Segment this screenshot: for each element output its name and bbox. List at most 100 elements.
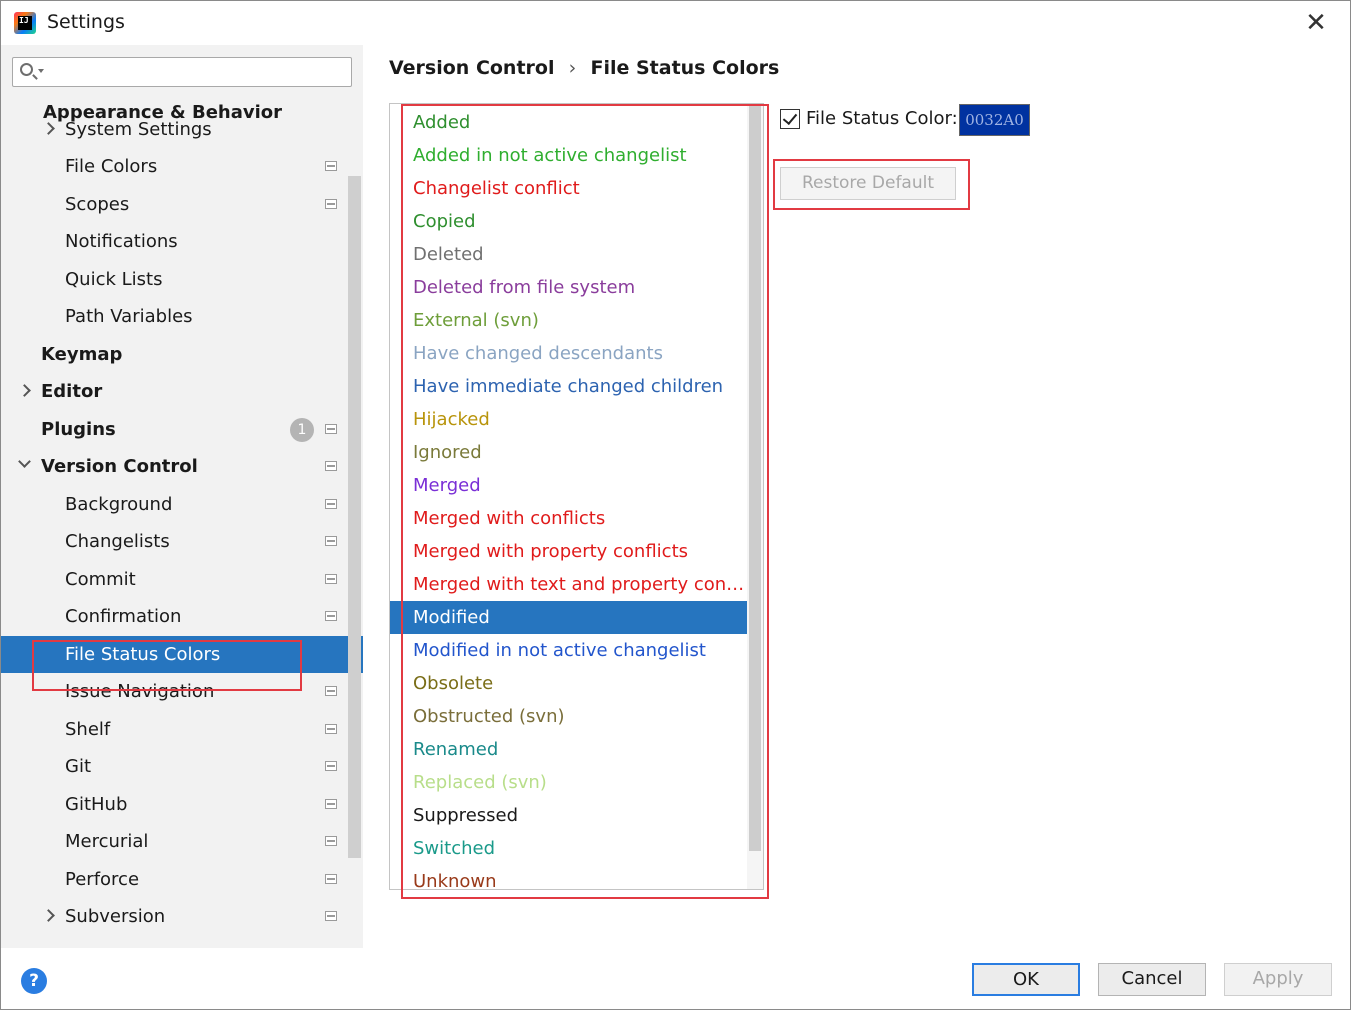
sidebar-item-notifications[interactable]: Notifications bbox=[1, 223, 363, 260]
status-item-obstructed-svn[interactable]: Obstructed (svn) bbox=[390, 700, 747, 733]
file-status-color-checkbox[interactable] bbox=[780, 109, 800, 129]
sidebar-item-label: Plugins bbox=[41, 419, 116, 440]
sidebar-item-subversion[interactable]: Subversion bbox=[1, 898, 363, 935]
sidebar-item-label: Keymap bbox=[41, 344, 123, 365]
update-count-badge: 1 bbox=[290, 418, 314, 442]
settings-sidebar: Appearance & Behavior System Settings File… bbox=[1, 45, 363, 948]
sidebar-item-path-variables[interactable]: Path Variables bbox=[1, 298, 363, 335]
sidebar-item-label: System Settings bbox=[65, 119, 212, 140]
status-item-switched[interactable]: Switched bbox=[390, 832, 747, 865]
project-level-icon bbox=[325, 761, 337, 771]
search-input[interactable] bbox=[47, 60, 346, 86]
sidebar-item-keymap[interactable]: Keymap bbox=[1, 336, 363, 373]
sidebar-item-label: Editor bbox=[41, 381, 103, 402]
apply-button[interactable]: Apply bbox=[1224, 963, 1332, 996]
search-field[interactable] bbox=[12, 57, 352, 87]
status-item-unknown[interactable]: Unknown bbox=[390, 865, 747, 889]
list-scrollbar-thumb[interactable] bbox=[749, 106, 761, 851]
sidebar-item-label: Changelists bbox=[65, 531, 170, 552]
status-item-ignored[interactable]: Ignored bbox=[390, 436, 747, 469]
sidebar-item-system-settings[interactable]: System Settings bbox=[1, 111, 363, 148]
sidebar-item-editor[interactable]: Editor bbox=[1, 373, 363, 410]
project-level-icon bbox=[325, 461, 337, 471]
project-level-icon bbox=[325, 611, 337, 621]
status-item-suppressed[interactable]: Suppressed bbox=[390, 799, 747, 832]
sidebar-item-file-colors[interactable]: File Colors bbox=[1, 148, 363, 185]
sidebar-item-label: Subversion bbox=[65, 906, 166, 927]
sidebar-item-file-status-colors[interactable]: File Status Colors bbox=[1, 636, 363, 673]
sidebar-item-confirmation[interactable]: Confirmation bbox=[1, 598, 363, 635]
cancel-button[interactable]: Cancel bbox=[1098, 963, 1206, 996]
sidebar-item-label: Git bbox=[65, 756, 92, 777]
project-level-icon bbox=[325, 536, 337, 546]
project-level-icon bbox=[325, 874, 337, 884]
status-item-changelist-conflict[interactable]: Changelist conflict bbox=[390, 172, 747, 205]
sidebar-item-label: Path Variables bbox=[65, 306, 193, 327]
status-item-copied[interactable]: Copied bbox=[390, 205, 747, 238]
sidebar-item-label: Mercurial bbox=[65, 831, 149, 852]
sidebar-item-github[interactable]: GitHub bbox=[1, 786, 363, 823]
status-item-renamed[interactable]: Renamed bbox=[390, 733, 747, 766]
chevron-down-icon[interactable] bbox=[18, 455, 31, 468]
sidebar-item-label: Confirmation bbox=[65, 606, 182, 627]
chevron-right-icon[interactable] bbox=[42, 909, 55, 922]
sidebar-item-shelf[interactable]: Shelf bbox=[1, 711, 363, 748]
sidebar-item-label: Scopes bbox=[65, 194, 130, 215]
settings-dialog: IJ Settings ✕ Appearance & Behavior Syste… bbox=[0, 0, 1351, 1010]
project-level-icon bbox=[325, 161, 337, 171]
status-item-have-changed-descendants[interactable]: Have changed descendants bbox=[390, 337, 747, 370]
search-icon bbox=[20, 63, 33, 76]
restore-default-button[interactable]: Restore Default bbox=[780, 167, 956, 200]
title-bar: IJ Settings ✕ bbox=[1, 1, 1350, 45]
status-item-hijacked[interactable]: Hijacked bbox=[390, 403, 747, 436]
ok-button[interactable]: OK bbox=[972, 963, 1080, 996]
status-item-external-svn[interactable]: External (svn) bbox=[390, 304, 747, 337]
sidebar-item-label: Commit bbox=[65, 569, 136, 590]
sidebar-item-label: File Status Colors bbox=[65, 644, 221, 665]
project-level-icon bbox=[325, 836, 337, 846]
status-item-obsolete[interactable]: Obsolete bbox=[390, 667, 747, 700]
window-title: Settings bbox=[47, 11, 125, 33]
project-level-icon bbox=[325, 574, 337, 584]
sidebar-item-plugins[interactable]: Plugins 1 bbox=[1, 411, 363, 448]
sidebar-item-label: Quick Lists bbox=[65, 269, 163, 290]
breadcrumb-parent[interactable]: Version Control bbox=[389, 57, 554, 79]
breadcrumb-separator-icon: › bbox=[568, 57, 577, 79]
color-swatch[interactable]: 0032A0 bbox=[959, 104, 1030, 136]
status-item-deleted-from-file-system[interactable]: Deleted from file system bbox=[390, 271, 747, 304]
status-item-merged[interactable]: Merged bbox=[390, 469, 747, 502]
status-item-added-in-not-active-changelist[interactable]: Added in not active changelist bbox=[390, 139, 747, 172]
sidebar-item-changelists[interactable]: Changelists bbox=[1, 523, 363, 560]
sidebar-scrollbar[interactable] bbox=[348, 176, 361, 858]
status-item-have-immediate-changed-children[interactable]: Have immediate changed children bbox=[390, 370, 747, 403]
breadcrumb-current: File Status Colors bbox=[590, 57, 780, 79]
search-history-chevron-icon[interactable] bbox=[38, 69, 44, 73]
project-level-icon bbox=[325, 686, 337, 696]
sidebar-item-commit[interactable]: Commit bbox=[1, 561, 363, 598]
status-item-modified[interactable]: Modified bbox=[390, 601, 747, 634]
project-level-icon bbox=[325, 424, 337, 434]
sidebar-item-label: File Colors bbox=[65, 156, 158, 177]
sidebar-item-mercurial[interactable]: Mercurial bbox=[1, 823, 363, 860]
close-icon[interactable]: ✕ bbox=[1300, 7, 1332, 39]
sidebar-item-perforce[interactable]: Perforce bbox=[1, 861, 363, 898]
chevron-right-icon[interactable] bbox=[18, 384, 31, 397]
project-level-icon bbox=[325, 724, 337, 734]
help-icon[interactable]: ? bbox=[21, 968, 47, 994]
status-item-merged-with-property-conflicts[interactable]: Merged with property conflicts bbox=[390, 535, 747, 568]
sidebar-item-quick-lists[interactable]: Quick Lists bbox=[1, 261, 363, 298]
status-item-merged-with-conflicts[interactable]: Merged with conflicts bbox=[390, 502, 747, 535]
list-scrollbar[interactable] bbox=[747, 104, 763, 889]
sidebar-item-scopes[interactable]: Scopes bbox=[1, 186, 363, 223]
chevron-right-icon[interactable] bbox=[42, 122, 55, 135]
status-item-replaced-svn[interactable]: Replaced (svn) bbox=[390, 766, 747, 799]
sidebar-item-background[interactable]: Background bbox=[1, 486, 363, 523]
status-item-modified-in-not-active-changelist[interactable]: Modified in not active changelist bbox=[390, 634, 747, 667]
project-level-icon bbox=[325, 799, 337, 809]
sidebar-item-git[interactable]: Git bbox=[1, 748, 363, 785]
sidebar-item-version-control[interactable]: Version Control bbox=[1, 448, 363, 485]
status-item-deleted[interactable]: Deleted bbox=[390, 238, 747, 271]
status-item-added[interactable]: Added bbox=[390, 106, 747, 139]
status-item-merged-with-text-and-property-confli[interactable]: Merged with text and property confli... bbox=[390, 568, 747, 601]
sidebar-item-issue-navigation[interactable]: Issue Navigation bbox=[1, 673, 363, 710]
